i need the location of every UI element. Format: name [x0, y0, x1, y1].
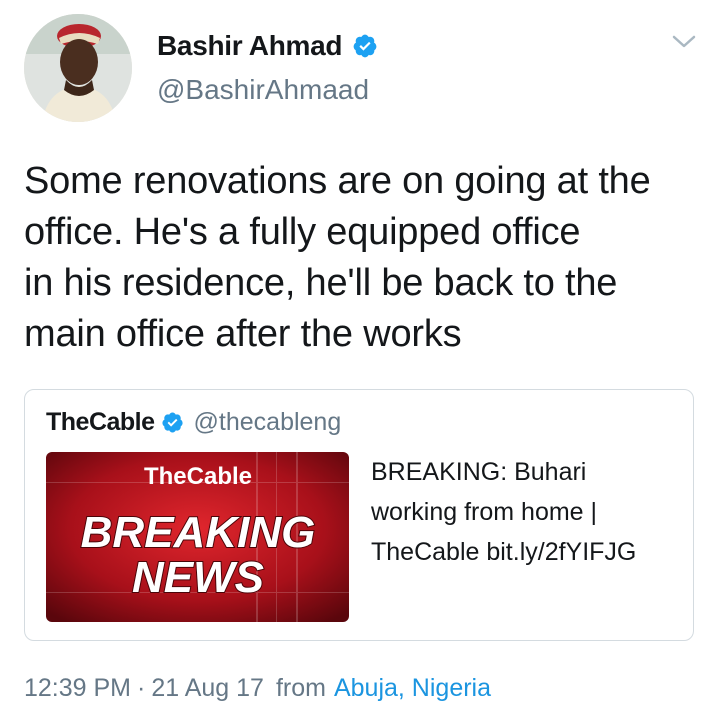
- quoted-display-name: TheCable: [46, 408, 155, 436]
- author-handle[interactable]: @BashirAhmaad: [157, 74, 369, 106]
- quoted-text-line: TheCable bit.ly/2fYIFJG: [371, 538, 637, 566]
- quoted-handle: @thecableng: [193, 408, 342, 436]
- tweet-text-line: in his residence, he'll be back to the: [24, 262, 618, 304]
- chevron-down-icon[interactable]: [670, 32, 698, 52]
- image-brand: TheCable: [144, 463, 252, 490]
- tweet-meta: 12:39 PM · 21 Aug 17 from Abuja, Nigeria: [24, 674, 491, 703]
- quoted-text-line: BREAKING: Buhari: [371, 458, 587, 486]
- quoted-text-line: working from home |: [371, 498, 598, 526]
- breaking-news-image[interactable]: TheCable BREAKING NEWS: [46, 452, 349, 622]
- tweet-text: Some renovations are on going at the off…: [24, 156, 704, 360]
- tweet-text-line: office. He's a fully equipped office: [24, 211, 581, 253]
- breaking-news-graphic: TheCable BREAKING NEWS: [46, 452, 349, 622]
- author-name-row[interactable]: Bashir Ahmad: [157, 30, 378, 62]
- avatar[interactable]: [24, 14, 132, 122]
- from-label: from: [275, 674, 326, 702]
- verified-badge-icon: [353, 34, 377, 58]
- tweet-text-line: main office after the works: [24, 313, 462, 355]
- tweet-time[interactable]: 12:39 PM: [24, 674, 131, 703]
- avatar-photo: [24, 14, 132, 122]
- meta-separator: ·: [137, 674, 146, 702]
- quoted-tweet-text: BREAKING: Buhari working from home | The…: [371, 452, 681, 572]
- quoted-tweet-header: TheCable @thecableng: [46, 408, 341, 437]
- tweet-location-link[interactable]: Abuja, Nigeria: [334, 674, 491, 703]
- image-headline-line1: BREAKING: [81, 508, 316, 557]
- image-headline-line2: NEWS: [132, 553, 264, 602]
- author-display-name[interactable]: Bashir Ahmad: [157, 30, 342, 62]
- tweet-date[interactable]: 21 Aug 17: [151, 674, 264, 703]
- verified-badge-icon: [161, 412, 183, 433]
- tweet-text-line: Some renovations are on going at the: [24, 160, 651, 202]
- quoted-tweet-card[interactable]: TheCable @thecableng TheCable BREAKING N…: [24, 389, 694, 641]
